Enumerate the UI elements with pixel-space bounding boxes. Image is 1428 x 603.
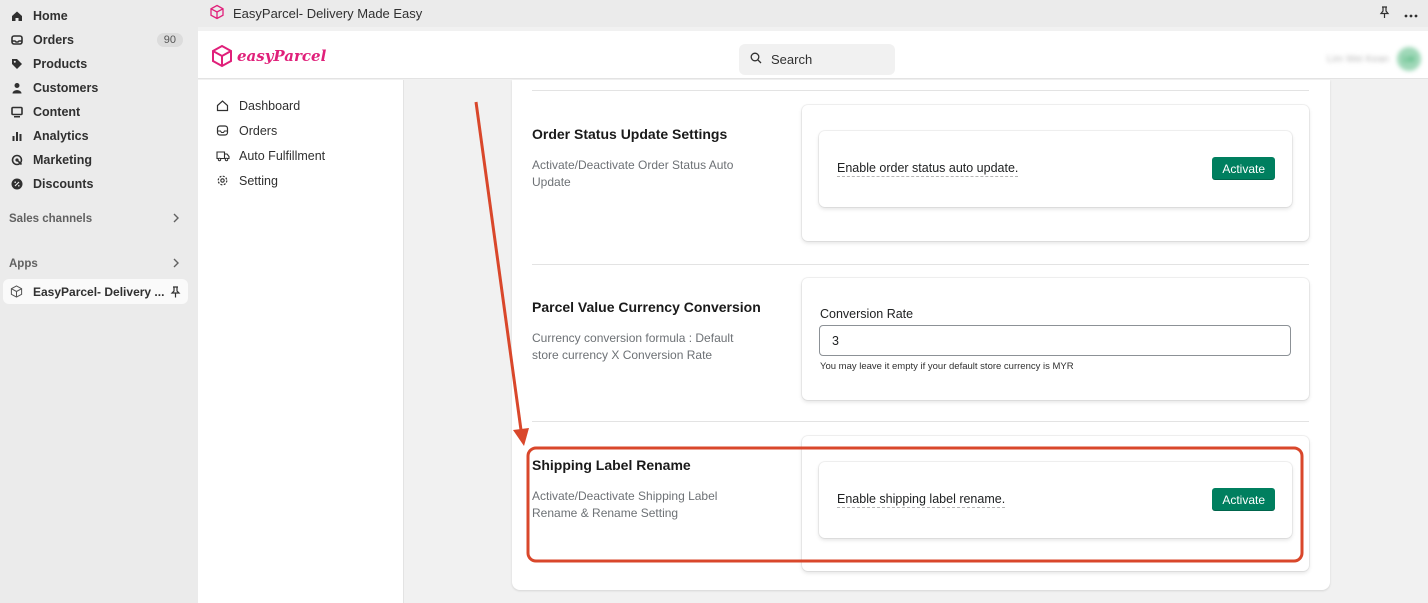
- cube-icon: [209, 4, 225, 23]
- app-header: easyParcel Search Lim Wei Kean LW: [198, 31, 1428, 79]
- sidebar-item-label: Products: [33, 57, 88, 71]
- cube-icon: [212, 44, 232, 68]
- section-divider: [532, 90, 1309, 91]
- sidebar-item-label: Home: [33, 9, 68, 23]
- currency-title: Parcel Value Currency Conversion: [532, 299, 761, 315]
- logo-text: easyParcel: [237, 47, 327, 65]
- app-nav-label: Setting: [239, 173, 278, 188]
- admin-sidebar: Home Orders 90 Products Customers Conten…: [0, 0, 198, 603]
- section-divider: [532, 421, 1309, 422]
- conversion-rate-input[interactable]: [819, 325, 1291, 356]
- app-titlebar: EasyParcel- Delivery Made Easy: [198, 0, 1428, 27]
- app-nav-label: Dashboard: [239, 98, 301, 113]
- currency-panel: Conversion Rate You may leave it empty i…: [802, 278, 1309, 400]
- apps-section[interactable]: Apps: [0, 253, 198, 275]
- app-nav-setting[interactable]: Setting: [198, 168, 403, 193]
- gear-icon: [216, 174, 230, 188]
- shipping-label-panel: Enable shipping label rename. Activate: [802, 436, 1309, 571]
- app-nav-orders[interactable]: Orders: [198, 118, 403, 143]
- search-input[interactable]: Search: [739, 44, 895, 75]
- inbox-icon: [216, 124, 230, 138]
- shipping-label-activate-button[interactable]: Activate: [1212, 488, 1275, 511]
- pin-icon[interactable]: [1379, 5, 1390, 22]
- sales-channels-section[interactable]: Sales channels: [0, 208, 198, 230]
- shipping-label-toggle-card: Enable shipping label rename. Activate: [819, 462, 1292, 538]
- pin-icon[interactable]: [170, 285, 181, 298]
- user-menu[interactable]: Lim Wei Kean LW: [1327, 47, 1421, 71]
- cube-icon: [10, 285, 23, 298]
- sidebar-item-content[interactable]: Content: [0, 100, 198, 124]
- order-status-toggle-text: Enable order status auto update.: [837, 161, 1019, 177]
- discount-icon: [10, 177, 24, 191]
- search-icon: [750, 52, 762, 67]
- truck-icon: [216, 149, 230, 163]
- order-status-panel: Enable order status auto update. Activat…: [802, 105, 1309, 241]
- person-icon: [10, 81, 24, 95]
- orders-count-badge: 90: [156, 33, 183, 47]
- app-nav-dashboard[interactable]: Dashboard: [198, 93, 403, 118]
- app-item-label: EasyParcel- Delivery ...: [33, 284, 165, 299]
- sidebar-item-home[interactable]: Home: [0, 4, 198, 28]
- sidebar-item-label: Orders: [33, 33, 74, 47]
- settings-card: Order Status Update Settings Activate/De…: [512, 80, 1330, 590]
- inbox-icon: [10, 33, 24, 47]
- order-status-description: Activate/Deactivate Order Status Auto Up…: [532, 158, 734, 189]
- shipping-label-description: Activate/Deactivate Shipping Label Renam…: [532, 489, 718, 520]
- sidebar-item-label: Customers: [33, 81, 99, 95]
- app-title: EasyParcel- Delivery Made Easy: [233, 6, 423, 21]
- home-icon: [10, 9, 24, 23]
- sales-channels-label: Sales channels: [9, 213, 93, 225]
- sidebar-app-easyparcel[interactable]: EasyParcel- Delivery ...: [3, 279, 188, 304]
- avatar: LW: [1397, 47, 1421, 71]
- more-options-icon[interactable]: [1404, 6, 1418, 21]
- sidebar-item-discounts[interactable]: Discounts: [0, 172, 198, 196]
- sidebar-item-orders[interactable]: Orders 90: [0, 28, 198, 52]
- target-icon: [10, 153, 24, 167]
- sidebar-item-label: Discounts: [33, 177, 94, 191]
- monitor-icon: [10, 105, 24, 119]
- order-status-activate-button[interactable]: Activate: [1212, 157, 1275, 180]
- user-name: Lim Wei Kean: [1326, 53, 1389, 65]
- shipping-label-title: Shipping Label Rename: [532, 457, 691, 473]
- apps-label: Apps: [9, 258, 38, 270]
- sidebar-item-marketing[interactable]: Marketing: [0, 148, 198, 172]
- app-nav-label: Auto Fulfillment: [239, 148, 326, 163]
- sidebar-item-analytics[interactable]: Analytics: [0, 124, 198, 148]
- home-icon: [216, 99, 230, 113]
- sidebar-item-products[interactable]: Products: [0, 52, 198, 76]
- sidebar-item-label: Marketing: [33, 153, 93, 167]
- search-placeholder: Search: [771, 52, 813, 67]
- shipping-label-toggle-text: Enable shipping label rename.: [837, 492, 1006, 508]
- chevron-right-icon: [172, 213, 180, 226]
- tag-icon: [10, 57, 24, 71]
- easyparcel-logo: easyParcel: [210, 44, 326, 68]
- section-divider: [532, 264, 1309, 265]
- order-status-title: Order Status Update Settings: [532, 126, 728, 142]
- app-nav: Dashboard Orders Auto Fulfillment Settin…: [198, 80, 404, 603]
- conversion-rate-label: Conversion Rate: [820, 307, 914, 321]
- app-nav-label: Orders: [239, 123, 278, 138]
- sidebar-item-label: Content: [33, 105, 81, 119]
- app-nav-auto-fulfillment[interactable]: Auto Fulfillment: [198, 143, 403, 168]
- bar-chart-icon: [10, 129, 24, 143]
- currency-description: Currency conversion formula : Default st…: [532, 331, 734, 362]
- sidebar-item-customers[interactable]: Customers: [0, 76, 198, 100]
- sidebar-item-label: Analytics: [33, 129, 89, 143]
- chevron-right-icon: [172, 258, 180, 271]
- order-status-toggle-card: Enable order status auto update. Activat…: [819, 131, 1292, 207]
- conversion-rate-help: You may leave it empty if your default s…: [820, 361, 1074, 372]
